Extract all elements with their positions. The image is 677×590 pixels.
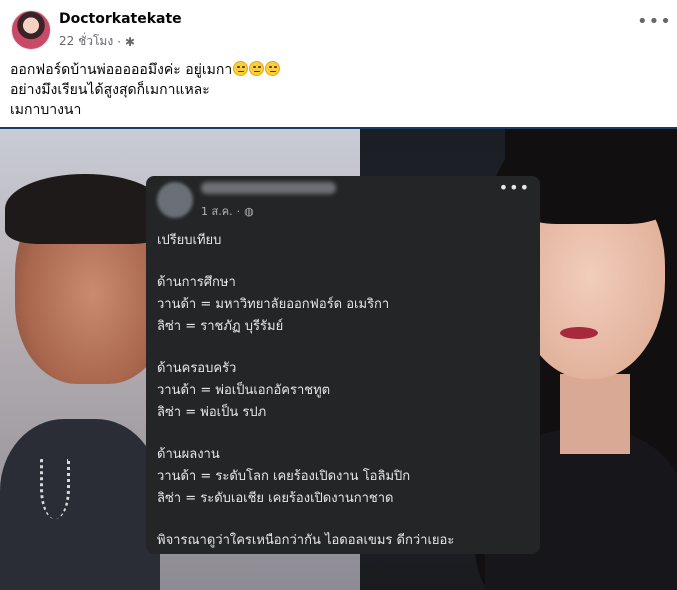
- globe-icon: ◍: [244, 204, 254, 218]
- screenshot-card: 1 ส.ค. · ◍ ••• เปรียบเทียบ ด้านการศึกษา …: [146, 176, 540, 554]
- caption-line: ออกฟอร์ดบ้านพ่อออออมึงค่ะ อยู่เมกา: [10, 60, 650, 80]
- card-body: เปรียบเทียบ ด้านการศึกษา วานด้า = มหาวิท…: [157, 230, 532, 552]
- blurred-name: [201, 182, 336, 194]
- card-meta: 1 ส.ค. · ◍: [201, 202, 254, 220]
- post-caption: ออกฟอร์ดบ้านพ่อออออมึงค่ะ อยู่เมกา อย่าง…: [10, 60, 650, 120]
- man-figure-hair: [5, 174, 165, 244]
- author-name[interactable]: Doctorkatekate: [59, 11, 182, 27]
- author-avatar[interactable]: [11, 10, 51, 50]
- caption-line: เมกาบางนา: [10, 102, 82, 118]
- post-header: Doctorkatekate 22 ชั่วโมง · ✱ •••: [0, 0, 677, 56]
- section-line: ลิซ่า = ราชภัฏ บุรีรัมย์: [157, 319, 284, 334]
- post-photo[interactable]: 1 ส.ค. · ◍ ••• เปรียบเทียบ ด้านการศึกษา …: [0, 127, 677, 590]
- rolling-eyes-emoji-icon: [265, 61, 281, 76]
- post-time[interactable]: 22 ชั่วโมง: [59, 32, 113, 51]
- card-title: เปรียบเทียบ: [157, 233, 222, 248]
- section-heading: ด้านผลงาน: [157, 447, 220, 462]
- card-meta-separator: ·: [236, 204, 241, 218]
- blurred-avatar: [157, 182, 193, 218]
- card-more-icon: •••: [498, 178, 530, 197]
- section-heading: ด้านการศึกษา: [157, 275, 236, 290]
- post-meta: 22 ชั่วโมง · ✱: [59, 32, 135, 51]
- meta-separator: ·: [117, 34, 122, 49]
- section-line: ลิซ่า = ระดับเอเชีย เคยร้องเปิดงานกาชาด: [157, 491, 394, 506]
- woman-figure-lips: [560, 327, 598, 339]
- more-options-button[interactable]: •••: [637, 13, 671, 38]
- man-figure-body: [0, 419, 160, 590]
- section-line: วานด้า = ระดับโลก เคยร้องเปิดงาน โอลิมปิ…: [157, 469, 411, 484]
- section-line: วานด้า = พ่อเป็นเอกอัคราชทูต: [157, 383, 331, 398]
- section-line: ลิซ่า = พ่อเป็น รปภ: [157, 405, 267, 420]
- necklace-chain: [40, 459, 70, 519]
- woman-figure-neck: [560, 374, 630, 454]
- rolling-eyes-emoji-icon: [233, 61, 249, 76]
- card-time: 1 ส.ค.: [201, 205, 233, 218]
- section-line: วานด้า = มหาวิทยาลัยออกฟอร์ด อเมริกา: [157, 297, 390, 312]
- card-conclusion: พิจารณาดูว่าใครเหนือกว่ากัน ไอดอลเขมร ดี…: [157, 533, 455, 548]
- section-heading: ด้านครอบครัว: [157, 361, 237, 376]
- more-horizontal-icon: •••: [637, 11, 672, 32]
- caption-line: อย่างมึงเรียนได้สูงสุดก็เมกาแหละ: [10, 82, 210, 98]
- gear-icon[interactable]: ✱: [125, 35, 135, 49]
- rolling-eyes-emoji-icon: [249, 61, 265, 76]
